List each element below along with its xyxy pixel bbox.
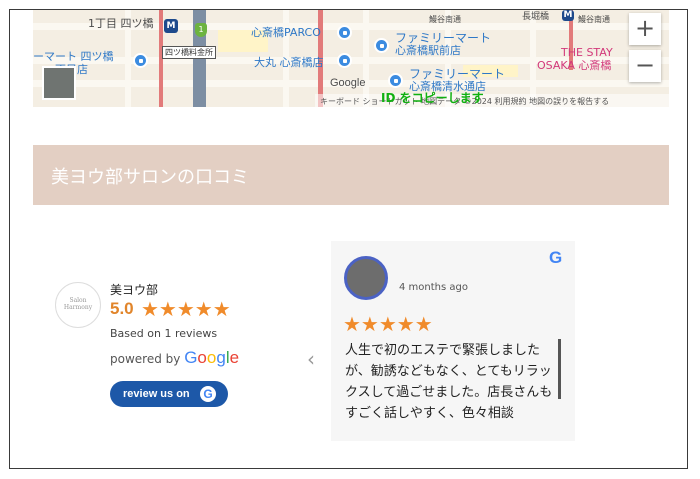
zoom-out-button[interactable]: − <box>629 50 661 82</box>
map-label-famima1: ファミリーマート <box>395 31 492 45</box>
carousel-prev-button[interactable]: ‹ <box>307 349 315 369</box>
map-street <box>363 10 369 107</box>
powered-by-text: powered by <box>110 352 181 366</box>
google-g-icon: G <box>549 248 563 267</box>
satellite-toggle[interactable] <box>42 66 76 100</box>
business-logo: Salon Harmony <box>55 282 101 328</box>
business-name: 美ヨウ部 <box>110 283 159 297</box>
map-label-chome: 1丁目 四ツ橋 <box>88 17 154 30</box>
metro-station-icon[interactable]: M <box>562 10 574 21</box>
map-label-famima1-branch: 心斎橋駅前店 <box>395 44 461 57</box>
shopping-pin-icon[interactable] <box>337 53 352 68</box>
map-street <box>530 10 536 107</box>
map-label-street: 鰻谷南通 <box>429 15 461 24</box>
rating-value: 5.0 <box>110 299 134 318</box>
rating-stars: ★★★★★ <box>141 297 231 321</box>
map-label-tollgate: 四ツ橋料金所 <box>162 46 216 59</box>
store-pin-icon[interactable] <box>133 53 148 68</box>
map-label-street: 鰻谷南通 <box>578 15 610 24</box>
reviews-header: 美ヨウ部サロンの口コミ <box>33 145 669 205</box>
map-label-mart: ーマート 四ツ橋 <box>33 50 114 63</box>
metro-station-icon[interactable]: M <box>164 19 178 33</box>
review-scrollbar[interactable] <box>558 339 561 399</box>
zoom-in-button[interactable]: + <box>629 13 661 45</box>
copy-id-overlay: ID をコピーします <box>381 91 484 105</box>
review-us-label: review us on <box>123 388 190 400</box>
map[interactable]: 1丁目 四ツ橋 M 1 ーマート 四ツ橋 一丁目店 四ツ橋料金所 心斎橋PARC… <box>33 10 669 107</box>
review-text: 人生で初のエステで緊張しましたが、勧誘などもなく、とてもリラックスして過ごせまし… <box>345 343 553 421</box>
review-card: G 4 months ago ★★★★★ 人生で初のエステで緊張しましたが、勧誘… <box>331 241 575 441</box>
review-date: 4 months ago <box>399 282 468 293</box>
map-label-nagahoribashi: 長堀橋 <box>522 12 550 22</box>
review-us-button[interactable]: review us on G <box>110 381 228 407</box>
google-map-logo: Google <box>330 77 366 89</box>
google-wordmark: Google <box>184 348 240 367</box>
section-title: 美ヨウ部サロンの口コミ <box>51 167 249 188</box>
shopping-pin-icon[interactable] <box>337 25 352 40</box>
google-g-icon: G <box>200 386 216 402</box>
review-stars: ★★★★★ <box>343 312 433 336</box>
reviewer-avatar <box>344 256 388 300</box>
map-label-famima2: ファミリーマート <box>409 67 506 81</box>
powered-by: powered by Google <box>110 348 239 368</box>
map-label-hotel: THE STAY <box>561 46 613 59</box>
map-label-parco: 心斎橋PARCO <box>251 26 321 39</box>
logo-text: Salon Harmony <box>63 297 93 311</box>
map-label-daimaru: 大丸 心斎橋店 <box>254 56 324 69</box>
store-pin-icon[interactable] <box>374 38 389 53</box>
store-pin-icon[interactable] <box>388 73 403 88</box>
review-count: Based on 1 reviews <box>110 327 218 340</box>
route-badge-icon: 1 <box>195 23 207 37</box>
map-label-hotel-sub: OSAKA 心斎橋 <box>537 59 612 72</box>
